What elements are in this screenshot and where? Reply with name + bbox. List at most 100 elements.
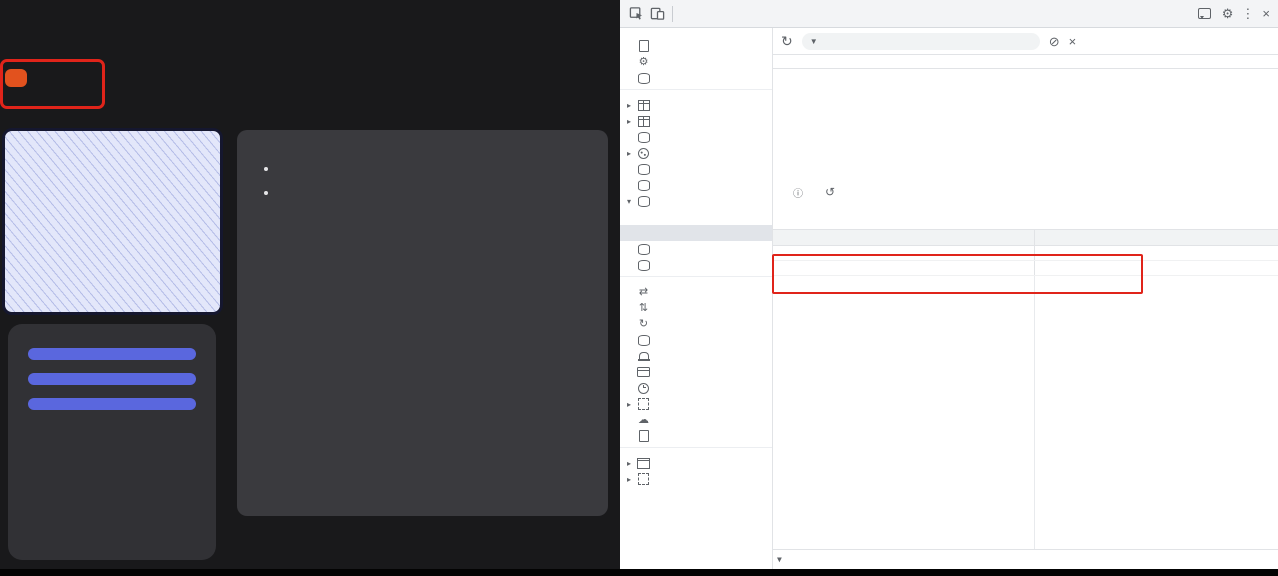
sidebar-item-reporting-api[interactable] <box>620 428 772 444</box>
column-header-value[interactable] <box>1035 230 1278 245</box>
shared-storage-origin-1[interactable] <box>620 209 772 225</box>
chevron-right-icon[interactable]: ▸ <box>627 475 637 484</box>
sidebar-item-cache-storage[interactable] <box>620 241 772 257</box>
table-row-rotation-mode[interactable] <box>773 261 1278 276</box>
gear-icon: ⚙ <box>637 56 650 68</box>
bottom-edge-bar <box>0 569 1278 576</box>
cell-key <box>773 261 1035 275</box>
document-icon <box>637 40 650 52</box>
rotation-mode-sequential-button[interactable] <box>28 348 196 360</box>
reset-budget-icon[interactable]: ↺ <box>825 185 835 199</box>
sidebar-item-cookies[interactable]: ▸ <box>620 145 772 161</box>
section-header <box>620 90 772 97</box>
sidebar-item-shared-storage[interactable]: ▾ <box>620 193 772 209</box>
key-value-table <box>773 229 1278 276</box>
filter-funnel-icon: ▼ <box>810 37 818 46</box>
ad-creative-frame[interactable] <box>2 128 223 315</box>
sidebar-item-background-sync[interactable]: ↻ <box>620 316 772 332</box>
delete-all-icon[interactable]: ⊘ <box>1049 35 1060 48</box>
sidebar-item-payment-handler[interactable] <box>620 364 772 380</box>
column-header-key[interactable] <box>773 230 1035 245</box>
payment-card-icon <box>637 366 650 378</box>
sidebar-item-periodic-background-sync[interactable] <box>620 380 772 396</box>
info-icon[interactable]: ⓘ <box>793 185 803 200</box>
sidebar-frame-top[interactable]: ▸ <box>620 455 772 471</box>
sidebar-item-speculative-loads[interactable]: ▸ <box>620 396 772 412</box>
filter-box[interactable]: ▼ <box>802 33 1040 50</box>
sidebar-item-indexeddb[interactable] <box>620 129 772 145</box>
shared-storage-origin-2[interactable] <box>620 225 772 241</box>
database-icon <box>637 163 650 175</box>
expand-triangle-icon[interactable]: ▼ <box>777 555 782 564</box>
code-bullet-list <box>279 160 586 203</box>
screen: ⚙ ⋮ × ⚙ ▸ ▸ ▸ <box>0 0 1278 576</box>
sidebar-item-notifications[interactable] <box>620 348 772 364</box>
table-row-rotation-index[interactable] <box>773 246 1278 261</box>
refresh-icon[interactable]: ↻ <box>781 33 793 50</box>
publisher-page <box>0 0 620 576</box>
metadata-row-origin <box>781 75 1278 101</box>
sidebar-item-storage[interactable] <box>620 70 772 86</box>
settings-gear-icon[interactable]: ⚙ <box>1222 7 1234 20</box>
table-icon <box>637 99 650 111</box>
close-devtools-icon[interactable]: × <box>1262 7 1270 20</box>
sidebar-section-storage: ▸ ▸ ▸ ▾ <box>620 89 772 273</box>
sidebar-item-push-messaging[interactable]: ☁ <box>620 412 772 428</box>
database-icon <box>637 179 650 191</box>
document-icon <box>637 430 650 442</box>
chevron-right-icon[interactable]: ▸ <box>627 459 637 468</box>
tabbar-right-controls: ⚙ ⋮ × <box>1198 7 1274 20</box>
rotation-mode-weighted-distribution-button[interactable] <box>28 398 196 410</box>
sidebar-item-back-forward-cache[interactable]: ⇄ <box>620 284 772 300</box>
sidebar-frame-ad-3[interactable]: ▸ <box>620 471 772 487</box>
shared-storage-panel: ↻ ▼ ⊘ × <box>773 28 1278 576</box>
issues-counter[interactable] <box>1198 8 1214 19</box>
inspect-element-icon[interactable] <box>629 6 644 21</box>
chevron-right-icon[interactable]: ▸ <box>627 400 637 409</box>
sync-icon: ↻ <box>637 318 650 330</box>
sidebar-item-bounce-tracking[interactable] <box>620 332 772 348</box>
sidebar-item-manifest[interactable] <box>620 38 772 54</box>
delete-selected-icon[interactable]: × <box>1069 35 1077 48</box>
message-bubble-icon <box>1198 8 1211 19</box>
devtools-tabbar: ⚙ ⋮ × <box>620 0 1278 28</box>
dashed-doc-icon <box>637 398 650 410</box>
sidebar-section-background-services: ⇄ ⇅ ↻ ▸ ☁ <box>620 276 772 444</box>
device-toolbar-icon[interactable] <box>650 6 665 21</box>
chevron-right-icon[interactable]: ▸ <box>627 149 637 158</box>
rotation-mode-even-distribution-button[interactable] <box>28 373 196 385</box>
sidebar-item-storage-buckets[interactable] <box>620 257 772 273</box>
sidebar-item-service-workers[interactable]: ⚙ <box>620 54 772 70</box>
sidebar-item-local-storage[interactable]: ▸ <box>620 97 772 113</box>
database-icon <box>637 259 650 271</box>
chevron-right-icon[interactable]: ▸ <box>627 101 637 110</box>
kebab-menu-icon[interactable]: ⋮ <box>1241 7 1254 20</box>
cell-value <box>1035 246 1278 260</box>
sidebar-item-background-fetch[interactable]: ⇅ <box>620 300 772 316</box>
metadata-row-creation-time <box>781 101 1278 127</box>
sidebar-section-application: ⚙ <box>620 31 772 86</box>
database-icon <box>637 243 650 255</box>
bell-icon <box>637 350 650 362</box>
preview-summary-line: ▼ <box>777 553 1274 567</box>
cell-value <box>1035 261 1278 275</box>
section-header <box>620 448 772 455</box>
description-panel <box>237 130 608 516</box>
publisher-b-button[interactable] <box>5 69 27 87</box>
chevron-right-icon[interactable]: ▸ <box>627 117 637 126</box>
top-navigation <box>5 15 19 30</box>
sidebar-section-frames: ▸ ▸ <box>620 447 772 487</box>
section-header <box>620 31 772 38</box>
sidebar-item-private-state-tokens[interactable] <box>620 161 772 177</box>
table-empty-area <box>773 276 1278 549</box>
section-header <box>620 277 772 284</box>
database-icon <box>637 131 650 143</box>
filter-input[interactable] <box>823 34 997 48</box>
devtools-window: ⚙ ⋮ × ⚙ ▸ ▸ ▸ <box>620 0 1278 576</box>
sidebar-item-interest-groups[interactable] <box>620 177 772 193</box>
sidebar-item-session-storage[interactable]: ▸ <box>620 113 772 129</box>
iframe-icon <box>637 473 650 485</box>
toolbar-separator <box>672 6 673 22</box>
chevron-down-icon[interactable]: ▾ <box>627 197 637 206</box>
database-icon <box>637 72 650 84</box>
